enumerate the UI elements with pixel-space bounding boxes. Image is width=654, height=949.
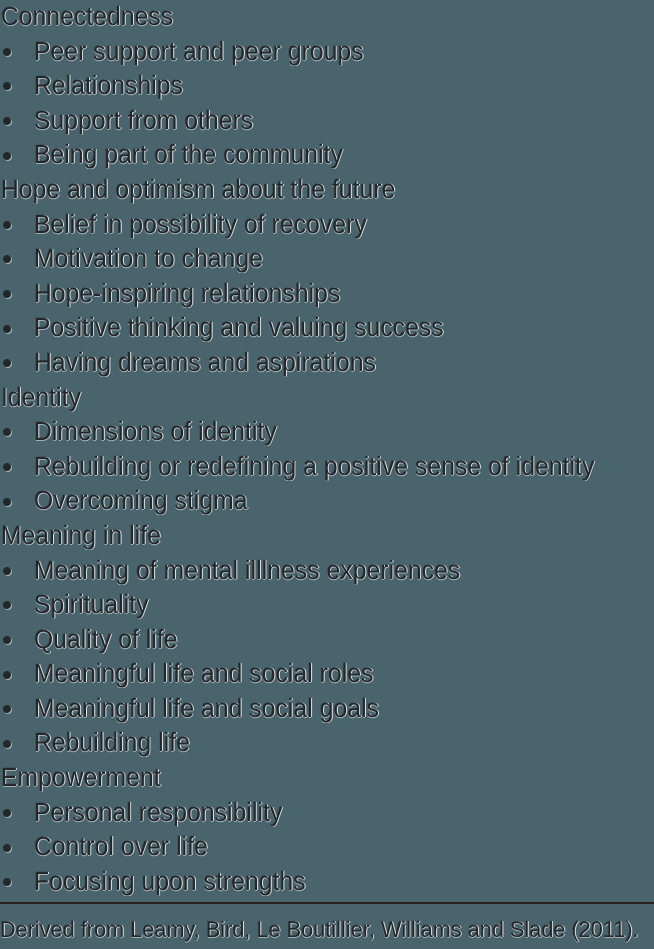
list-item-label: Relationships xyxy=(34,72,183,101)
bullet-dot-icon xyxy=(3,878,11,887)
list-item: Overcoming stigma xyxy=(0,484,654,519)
list-item: Motivation to change xyxy=(0,242,654,277)
section-bullet-list: Meaning of mental illlness experiences Sp… xyxy=(0,554,654,762)
bullet-dot-icon xyxy=(3,808,11,817)
footer-attribution-text: Derived from Leamy, Bird, Le Boutillier,… xyxy=(0,917,639,942)
bullet-dot-icon xyxy=(3,359,11,368)
list-item: Relationships xyxy=(0,69,654,104)
section-heading: Connectedness xyxy=(0,3,174,31)
list-item-label: Peer support and peer groups xyxy=(34,37,364,66)
section-heading: Meaning in life xyxy=(0,521,162,550)
recovery-domain-section: Identity Dimensions of identity Rebuilding… xyxy=(0,381,654,519)
list-item-label: Motivation to change xyxy=(34,245,264,274)
list-item-label: Focusing upon strengths xyxy=(34,867,306,896)
list-item: Hope-inspiring relationships xyxy=(0,277,654,312)
bullet-dot-icon xyxy=(3,47,11,56)
bullet-dot-icon xyxy=(3,220,11,229)
section-heading: Hope and optimism about the future xyxy=(0,175,396,204)
section-bullet-list: Belief in possibility of recovery Motivat… xyxy=(0,208,654,381)
list-item-label: Positive thinking and valuing success xyxy=(34,314,444,343)
bullet-dot-icon xyxy=(3,82,11,91)
recovery-domain-section: Empowerment Personal responsibility Contro… xyxy=(0,761,654,899)
list-item-label: Personal responsibility xyxy=(34,798,283,827)
list-item: Meaningful life and social goals xyxy=(0,692,654,727)
list-item-label: Meaningful life and social roles xyxy=(34,660,374,689)
list-item-label: Spirituality xyxy=(34,591,149,620)
list-item: Dimensions of identity xyxy=(0,415,654,450)
list-item-label: Quality of life xyxy=(34,625,178,654)
bullet-dot-icon xyxy=(3,324,11,333)
bullet-dot-icon xyxy=(3,566,11,575)
list-item: Control over life xyxy=(0,830,654,865)
list-item-label: Hope-inspiring relationships xyxy=(34,279,341,308)
bullet-dot-icon xyxy=(3,255,11,264)
list-item: Rebuilding life xyxy=(0,726,654,761)
recovery-domain-section: Hope and optimism about the future Belief… xyxy=(0,173,654,381)
bullet-dot-icon xyxy=(3,670,11,679)
section-heading: Identity xyxy=(0,383,82,412)
list-item: Having dreams and aspirations xyxy=(0,346,654,381)
list-item: Rebuilding or redefining a positive sens… xyxy=(0,450,654,485)
list-item-label: Being part of the community xyxy=(34,141,343,170)
list-item: Support from others xyxy=(0,104,654,139)
bullet-dot-icon xyxy=(3,635,11,644)
section-bullet-list: Personal responsibility Control over life… xyxy=(0,796,654,900)
bullet-dot-icon xyxy=(3,428,11,437)
bullet-dot-icon xyxy=(3,843,11,852)
section-bullet-list: Peer support and peer groups Relationship… xyxy=(0,35,654,173)
list-item-label: Rebuilding or redefining a positive sens… xyxy=(34,452,595,481)
footer-attribution: Derived from Leamy, Bird, Le Boutillier,… xyxy=(0,916,654,944)
list-item-label: Overcoming stigma xyxy=(34,487,248,516)
list-item: Quality of life xyxy=(0,623,654,658)
list-item: Meaningful life and social roles xyxy=(0,657,654,692)
bullet-dot-icon xyxy=(3,117,11,126)
recovery-framework-slide: Connectedness Peer support and peer group… xyxy=(0,0,654,949)
list-item-label: Rebuilding life xyxy=(34,729,191,758)
list-item-label: Control over life xyxy=(34,833,208,862)
list-item: Focusing upon strengths xyxy=(0,865,654,900)
list-item: Peer support and peer groups xyxy=(0,35,654,70)
section-bullet-list: Dimensions of identity Rebuilding or rede… xyxy=(0,415,654,519)
list-item-label: Belief in possibility of recovery xyxy=(34,210,367,239)
bullet-dot-icon xyxy=(3,151,11,160)
list-item-label: Support from others xyxy=(34,106,254,135)
list-item: Belief in possibility of recovery xyxy=(0,208,654,243)
bullet-dot-icon xyxy=(3,463,11,472)
list-item-label: Having dreams and aspirations xyxy=(34,348,377,377)
list-item-label: Dimensions of identity xyxy=(34,418,277,447)
bullet-dot-icon xyxy=(3,497,11,506)
bullet-dot-icon xyxy=(3,739,11,748)
section-heading: Empowerment xyxy=(0,764,161,793)
bullet-dot-icon xyxy=(3,705,11,714)
list-item-label: Meaning of mental illlness experiences xyxy=(34,556,461,585)
list-item: Positive thinking and valuing success xyxy=(0,311,654,346)
bullet-dot-icon xyxy=(3,601,11,610)
section-list: Connectedness Peer support and peer group… xyxy=(0,0,654,899)
recovery-domain-section: Connectedness Peer support and peer group… xyxy=(0,0,654,173)
list-item-label: Meaningful life and social goals xyxy=(34,694,380,723)
list-item: Meaning of mental illlness experiences xyxy=(0,554,654,589)
list-item: Being part of the community xyxy=(0,138,654,173)
recovery-domain-section: Meaning in life Meaning of mental illlnes… xyxy=(0,519,654,761)
list-item: Personal responsibility xyxy=(0,796,654,831)
list-item: Spirituality xyxy=(0,588,654,623)
bullet-dot-icon xyxy=(3,290,11,299)
footer-divider xyxy=(0,902,654,904)
